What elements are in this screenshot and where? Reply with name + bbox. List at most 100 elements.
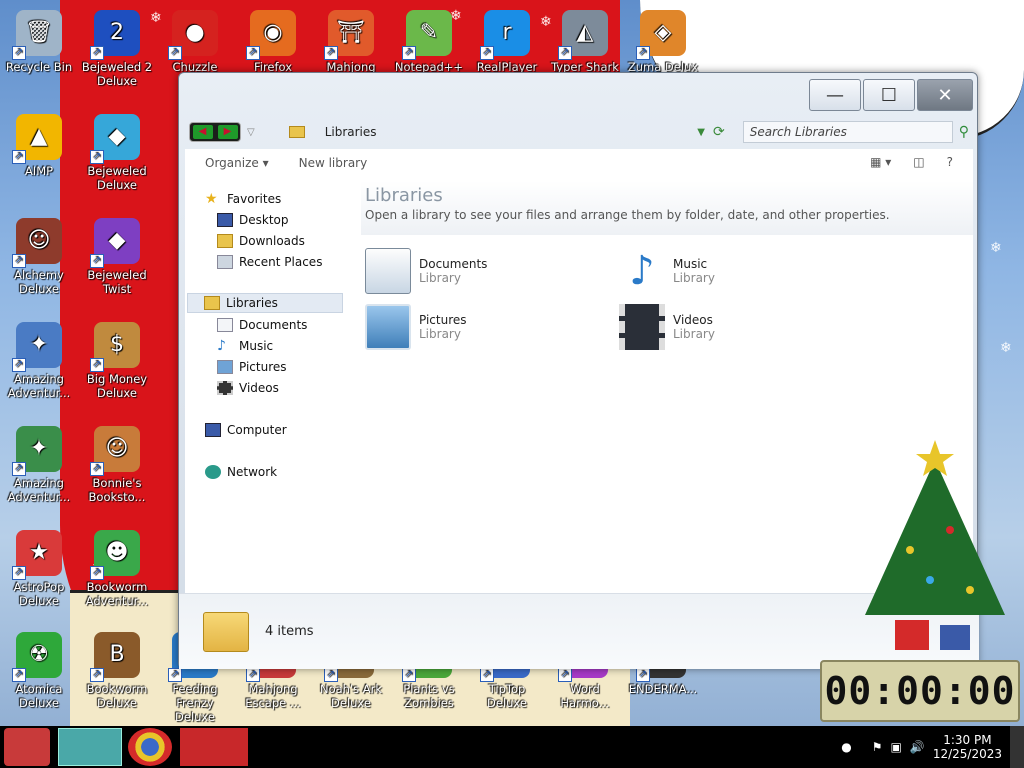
desktop-shortcut[interactable]: ☻ ↗ Bookworm Adventur... [78,524,156,620]
shortcut-app-icon: ◆ ↗ [90,218,140,268]
taskbar-explorer-icon[interactable] [58,728,122,766]
recent-pages-dropdown-icon[interactable]: ▽ [247,127,255,138]
navigation-pane: ★ Favorites Desktop Downloads Recent Pla… [185,181,357,661]
nav-pictures[interactable]: Pictures [217,357,287,377]
shortcut-arrow-icon: ↗ [90,566,104,580]
close-button[interactable]: ✕ [917,79,973,111]
shortcut-arrow-icon: ↗ [12,668,26,682]
desktop-shortcut-label: Bejeweled Twist [87,268,147,296]
nav-downloads[interactable]: Downloads [217,231,305,251]
taskbar-app-button[interactable] [180,728,248,766]
desktop-shortcut-label: Mahjong Escape ... [245,682,301,710]
library-tile-pictures[interactable]: Pictures Library [365,301,585,353]
nav-libraries[interactable]: Libraries [187,293,343,313]
action-center-flag-icon[interactable]: ⚑ [872,740,883,754]
pictures-icon [217,360,233,374]
library-header: Libraries Open a library to see your fil… [361,181,973,235]
desktop-shortcut-label: Bejeweled 2 Deluxe [81,60,153,88]
refresh-icon[interactable]: ⟳ [713,124,725,140]
start-button-santa-icon[interactable] [4,728,50,766]
desktop-icon [217,213,233,227]
library-tile-videos[interactable]: Videos Library [619,301,839,353]
nav-videos[interactable]: Videos [217,378,279,398]
show-desktop-button[interactable] [1010,726,1024,768]
address-bar: ◀ ▶ ▽ Libraries ▼ ⟳ Search Libraries ⚲ [189,119,969,145]
preview-pane-icon[interactable]: ◫ [913,155,924,169]
maximize-button[interactable]: ☐ [863,79,915,111]
minimize-button[interactable]: — [809,79,861,111]
desktop-shortcut[interactable]: ☢ ↗ Atomica Deluxe [0,626,78,722]
shortcut-arrow-icon: ↗ [12,462,26,476]
libraries-large-icon [203,612,249,652]
desktop-shortcut[interactable]: ☺ ↗ Bonnie's Booksto... [78,420,156,516]
taskbar-chrome-icon[interactable] [128,728,172,766]
desktop-shortcut[interactable]: $ ↗ Big Money Deluxe [78,316,156,412]
shortcut-app-icon: ▲↗ [12,114,62,164]
library-tile-music[interactable]: ♪ Music Library [619,245,839,297]
shortcut-app-icon: 🗑 ↗ [12,10,62,60]
library-tile-documents[interactable]: Documents Library [365,245,585,297]
organize-button[interactable]: Organize ▾ [205,156,269,170]
shortcut-arrow-icon: ↗ [402,46,416,60]
shortcut-arrow-icon: ↗ [480,46,494,60]
shortcut-app-icon: $ ↗ [90,322,140,372]
search-icon[interactable]: ⚲ [959,124,969,140]
nav-recent-places[interactable]: Recent Places [217,252,322,272]
nav-network[interactable]: Network [205,462,277,482]
desktop-shortcut-label: TipTop Deluxe [487,682,527,710]
back-button[interactable]: ◀ [192,125,213,139]
shortcut-arrow-icon: ↗ [402,668,416,682]
address-dropdown-icon[interactable]: ▼ [697,127,705,138]
new-library-button[interactable]: New library [299,156,368,170]
help-button[interactable]: ? [947,155,953,169]
clock-timer-widget[interactable]: 00:00:00 [820,660,1020,722]
window-controls: — ☐ ✕ [809,79,973,111]
ornament [906,546,914,554]
desktop-shortcut-label: Bookworm Adventur... [85,580,149,608]
desktop-shortcut[interactable]: ▲ ↗ AIMP [0,108,78,204]
desktop-shortcut[interactable]: ◆ ↗ Bejeweled Deluxe [78,108,156,204]
shortcut-arrow-icon: ↗ [12,566,26,580]
desktop-shortcut[interactable]: ◆ ↗ Bejeweled Twist [78,212,156,308]
forward-button[interactable]: ▶ [217,125,238,139]
desktop-shortcut[interactable]: ✦ ↗ Amazing Adventur... [0,420,78,516]
tray-dot-icon[interactable]: ● [841,740,851,754]
gift-icon [895,620,929,650]
shortcut-app-icon: ☺ ↗ [12,218,62,268]
nav-computer[interactable]: Computer [205,420,287,440]
taskbar-clock[interactable]: 1:30 PM 12/25/2023 [933,733,1002,761]
shortcut-arrow-icon: ↗ [12,358,26,372]
computer-icon [205,423,221,437]
change-view-icon[interactable]: ▦ ▾ [870,155,891,169]
gift-icon [940,625,970,650]
ornament [926,576,934,584]
desktop-shortcut[interactable]: ✦ ↗ Amazing Adventur... [0,316,78,412]
tree-body [865,460,1005,615]
nav-music[interactable]: ♪ Music [217,336,273,356]
desktop-shortcut[interactable]: 2 ↗ Bejeweled 2 Deluxe [78,4,156,100]
command-bar: Organize ▾ New library [185,149,973,177]
desktop-shortcut[interactable]: ★ ↗ AstroPop Deluxe [0,524,78,620]
shortcut-app-icon: ★ ↗ [12,530,62,580]
shortcut-app-icon: ◭ ↗ [558,10,608,60]
libraries-folder-icon [288,126,305,138]
shortcut-arrow-icon: ↗ [12,150,26,164]
nav-documents[interactable]: Documents [217,315,307,335]
desktop-shortcut[interactable]: ☺ ↗ Alchemy Deluxe [0,212,78,308]
desktop-shortcut-label: Big Money Deluxe [86,372,148,400]
tray-app-icon[interactable]: ▣ [891,740,902,754]
shortcut-arrow-icon: ↗ [636,668,650,682]
shortcut-app-icon: ● ↗ [168,10,218,60]
nav-favorites[interactable]: ★ Favorites [205,189,281,209]
address-path[interactable]: Libraries [325,125,377,139]
desktop-shortcut-label: Recycle Bin [5,60,73,74]
volume-icon[interactable]: 🔊 [910,740,925,754]
music-note-icon: ♪ [217,338,226,354]
nav-desktop[interactable]: Desktop [217,210,289,230]
shortcut-app-icon: ☢ ↗ [12,632,62,682]
videos-library-icon [619,304,665,350]
desktop-shortcut[interactable]: B ↗ Bookworm Deluxe [78,626,156,722]
shortcut-app-icon: B ↗ [90,632,140,682]
search-input[interactable]: Search Libraries [742,121,953,143]
desktop-shortcut[interactable]: 🗑 ↗ Recycle Bin [0,4,78,100]
